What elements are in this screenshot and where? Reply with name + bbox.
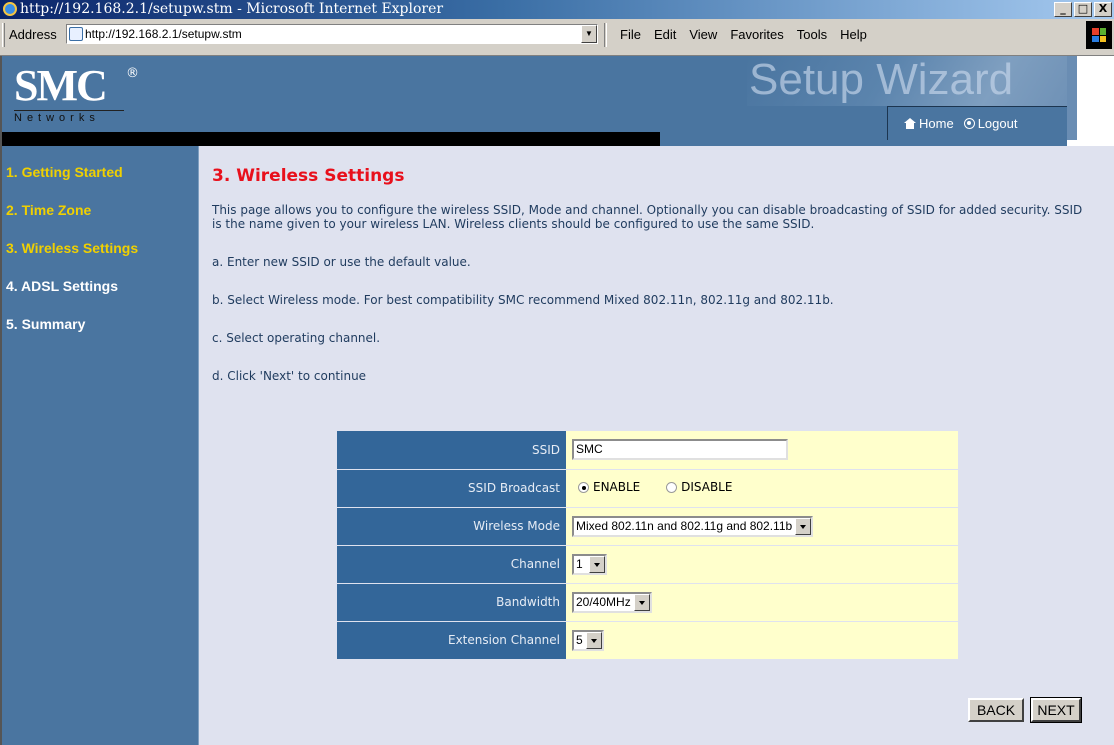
- form-row-extension: Extension Channel 5: [337, 621, 958, 659]
- menu-tools[interactable]: Tools: [797, 27, 827, 42]
- bandwidth-value: 20/40MHz: [576, 595, 631, 609]
- sidebar-item-adsl-settings[interactable]: 4. ADSL Settings: [6, 278, 118, 294]
- channel-value: 1: [576, 557, 583, 571]
- step-a: a. Enter new SSID or use the default val…: [212, 255, 471, 269]
- page-heading: 3. Wireless Settings: [212, 166, 405, 186]
- sidebar-item-getting-started[interactable]: 1. Getting Started: [6, 164, 123, 180]
- page-header: SMC ® Networks Setup Wizard Home Logout: [2, 56, 1114, 146]
- ie-icon: [3, 2, 17, 16]
- wireless-mode-label: Wireless Mode: [337, 507, 566, 546]
- logout-label: Logout: [977, 116, 1018, 131]
- menu-edit[interactable]: Edit: [654, 27, 676, 42]
- restore-button[interactable]: □: [1074, 2, 1092, 17]
- close-button[interactable]: X: [1094, 2, 1112, 17]
- menu-file[interactable]: File: [620, 27, 641, 42]
- windows-logo-icon: [1086, 21, 1112, 49]
- address-value[interactable]: http://192.168.2.1/setupw.stm: [85, 27, 242, 41]
- extension-channel-label: Extension Channel: [337, 621, 566, 659]
- logo-text: SMC: [14, 61, 108, 110]
- main-content: 3. Wireless Settings This page allows yo…: [212, 166, 1092, 407]
- form-row-broadcast: SSID Broadcast ENABLE DISABLE: [337, 469, 958, 508]
- setup-wizard-banner: Setup Wizard: [747, 56, 1095, 106]
- broadcast-enable-radio[interactable]: ENABLE: [578, 480, 640, 494]
- sidebar-item-summary[interactable]: 5. Summary: [6, 316, 85, 332]
- disable-label: DISABLE: [681, 480, 733, 495]
- logo-subtext: Networks: [14, 112, 100, 124]
- menu-bar: File Edit View Favorites Tools Help: [620, 27, 867, 42]
- wireless-mode-select[interactable]: Mixed 802.11n and 802.11g and 802.11b: [572, 515, 814, 537]
- toolbar-separator: [604, 23, 607, 47]
- chevron-down-icon[interactable]: [633, 593, 650, 611]
- radio-unchecked-icon: [666, 481, 678, 493]
- menu-help[interactable]: Help: [840, 27, 867, 42]
- logo-rule: [14, 110, 124, 111]
- sidebar-item-wireless-settings[interactable]: 3. Wireless Settings: [6, 240, 138, 256]
- window-title: http://192.168.2.1/setupw.stm - Microsof…: [20, 1, 444, 17]
- channel-label: Channel: [337, 545, 566, 584]
- wireless-mode-value: Mixed 802.11n and 802.11g and 802.11b: [576, 519, 793, 533]
- chevron-down-icon[interactable]: [795, 517, 812, 535]
- radio-checked-icon: [578, 481, 589, 493]
- header-bar: [2, 132, 660, 146]
- wireless-settings-form: SSID SMC SSID Broadcast ENABLE DISABLE W…: [337, 431, 958, 659]
- address-dropdown-button[interactable]: ▼: [581, 25, 597, 43]
- logout-link[interactable]: Logout: [963, 116, 1018, 131]
- home-label: Home: [919, 116, 954, 131]
- broadcast-disable-radio[interactable]: DISABLE: [666, 480, 732, 494]
- sidebar-item-time-zone[interactable]: 2. Time Zone: [6, 202, 91, 218]
- smc-logo: SMC ® Networks: [14, 61, 139, 124]
- page-icon: [69, 27, 83, 41]
- sidebar: 1. Getting Started 2. Time Zone 3. Wirel…: [2, 146, 199, 745]
- back-button[interactable]: BACK: [968, 698, 1024, 722]
- step-d: d. Click 'Next' to continue: [212, 369, 367, 383]
- extension-channel-value: 5: [576, 633, 583, 648]
- toolbar-grip[interactable]: [2, 23, 5, 47]
- home-link[interactable]: Home: [904, 116, 954, 131]
- enable-label: ENABLE: [593, 480, 641, 495]
- ssid-broadcast-label: SSID Broadcast: [337, 469, 566, 508]
- step-c: c. Select operating channel.: [212, 331, 381, 345]
- bandwidth-label: Bandwidth: [337, 583, 566, 622]
- menu-view[interactable]: View: [689, 27, 717, 42]
- form-row-ssid: SSID SMC: [337, 431, 958, 470]
- home-icon: [904, 118, 916, 129]
- bandwidth-select[interactable]: 20/40MHz: [572, 591, 652, 613]
- window-titlebar: http://192.168.2.1/setupw.stm - Microsof…: [0, 0, 1114, 19]
- registered-mark: ®: [126, 66, 139, 81]
- next-button[interactable]: NEXT: [1030, 697, 1082, 723]
- channel-select[interactable]: 1: [572, 553, 607, 575]
- page-viewport: SMC ® Networks Setup Wizard Home Logout …: [0, 56, 1114, 745]
- ssid-input[interactable]: SMC: [572, 439, 788, 461]
- logout-icon: [963, 118, 975, 129]
- extension-channel-select[interactable]: 5: [572, 629, 604, 651]
- browser-toolbar: Address http://192.168.2.1/setupw.stm ▼ …: [0, 19, 1114, 56]
- intro-text: This page allows you to configure the wi…: [212, 203, 1083, 231]
- chevron-down-icon[interactable]: [589, 555, 605, 573]
- address-label: Address: [9, 27, 57, 42]
- form-row-mode: Wireless Mode Mixed 802.11n and 802.11g …: [337, 507, 958, 546]
- form-row-bandwidth: Bandwidth 20/40MHz: [337, 583, 958, 622]
- menu-favorites[interactable]: Favorites: [730, 27, 783, 42]
- address-bar[interactable]: http://192.168.2.1/setupw.stm ▼: [66, 24, 598, 44]
- form-row-channel: Channel 1: [337, 545, 958, 584]
- header-right-edge: [1067, 56, 1114, 146]
- ssid-label: SSID: [337, 431, 566, 470]
- minimize-button[interactable]: _: [1054, 2, 1072, 17]
- header-nav: Home Logout: [887, 106, 1067, 140]
- step-b: b. Select Wireless mode. For best compat…: [212, 293, 834, 307]
- chevron-down-icon[interactable]: [585, 631, 602, 649]
